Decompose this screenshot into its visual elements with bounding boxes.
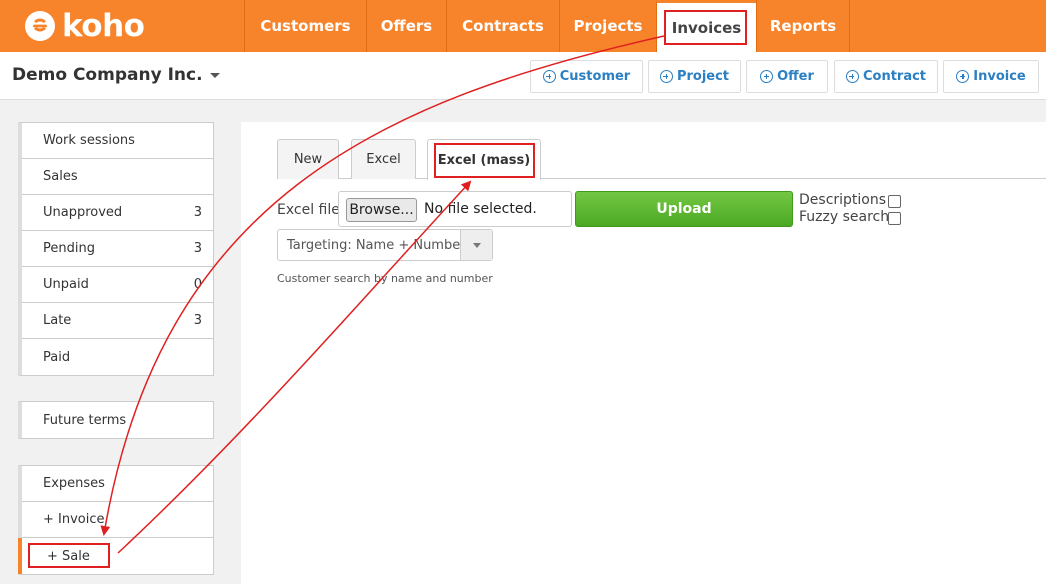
nav-offers[interactable]: Offers: [366, 0, 446, 52]
plus-circle-icon: [845, 70, 859, 83]
sidebar-item-count: 3: [193, 241, 202, 256]
browse-button[interactable]: Browse...: [346, 198, 417, 222]
sidebar-item-count: 3: [193, 205, 202, 220]
fuzzy-search-checkbox[interactable]: [888, 212, 901, 225]
add-project-button[interactable]: Project: [648, 60, 741, 93]
sidebar-item-label: Unapproved: [43, 205, 123, 220]
sidebar-item-label: + Invoice: [43, 512, 105, 527]
sidebar-item-label: Late: [43, 313, 72, 328]
fuzzy-search-label: Fuzzy search: [799, 209, 890, 225]
nav-contracts[interactable]: Contracts: [446, 0, 559, 52]
add-offer-button[interactable]: Offer: [746, 60, 828, 93]
nav-invoices[interactable]: Invoices: [656, 0, 756, 52]
sidebar-item-count: 0: [193, 277, 202, 292]
add-customer-label: Customer: [559, 69, 631, 84]
targeting-hint: Customer search by name and number: [277, 272, 493, 285]
top-navigation-bar: koho Customers Offers Contracts Projects…: [0, 0, 1046, 52]
file-status: No file selected.: [424, 201, 537, 217]
sidebar-item-sales[interactable]: Sales: [22, 159, 213, 195]
sidebar-item-label: Paid: [43, 349, 71, 365]
sidebar-item-count: 3: [193, 313, 202, 328]
sidebar-item-unpaid[interactable]: Unpaid 0: [22, 267, 213, 303]
add-contract-label: Contract: [862, 69, 927, 84]
sidebar-item-label: Future terms: [43, 412, 127, 428]
sidebar-action-group: Expenses + Invoice + Sale: [18, 465, 214, 575]
add-invoice-button[interactable]: Invoice: [943, 60, 1039, 93]
add-project-label: Project: [676, 69, 730, 84]
excel-file-label: Excel file: [277, 202, 340, 218]
dropdown-arrow-icon: [460, 230, 492, 260]
targeting-value: Targeting: Name + Number: [287, 238, 466, 253]
add-offer-label: Offer: [777, 69, 814, 84]
sidebar-item-label: + Sale: [47, 548, 90, 564]
sidebar-item-paid[interactable]: Paid: [22, 339, 213, 375]
company-selector[interactable]: Demo Company Inc.: [12, 65, 220, 85]
company-header: Demo Company Inc. Customer Project Offer…: [0, 52, 1046, 100]
sidebar-item-unapproved[interactable]: Unapproved 3: [22, 195, 213, 231]
nav-customers[interactable]: Customers: [244, 0, 366, 52]
tab-excel-mass[interactable]: Excel (mass): [427, 139, 541, 180]
plus-circle-icon: [659, 70, 673, 83]
sidebar-item-label: Unpaid: [43, 277, 89, 292]
sidebar-item-add-sale[interactable]: + Sale: [18, 538, 213, 574]
plus-circle-icon: [760, 70, 774, 83]
sidebar-item-work-sessions[interactable]: Work sessions: [22, 123, 213, 159]
koho-logo[interactable]: koho: [24, 8, 145, 44]
main-panel: New Excel Excel (mass) Excel file Browse…: [241, 122, 1046, 584]
sidebar-terms-group: Future terms: [18, 401, 214, 439]
sidebar-item-future-terms[interactable]: Future terms: [22, 402, 213, 438]
sidebar-item-late[interactable]: Late 3: [22, 303, 213, 339]
descriptions-checkbox[interactable]: [888, 195, 901, 208]
add-invoice-label: Invoice: [973, 69, 1026, 84]
sidebar-item-label: Pending: [43, 241, 95, 256]
upload-button[interactable]: Upload: [575, 191, 793, 227]
logo-text: koho: [62, 8, 145, 44]
caret-down-icon: [209, 72, 220, 78]
descriptions-label: Descriptions: [799, 192, 887, 208]
plus-circle-icon: [542, 70, 556, 83]
koho-logo-icon: [25, 11, 55, 41]
sidebar-item-add-invoice[interactable]: + Invoice: [22, 502, 213, 538]
add-contract-button[interactable]: Contract: [834, 60, 938, 93]
nav-projects[interactable]: Projects: [559, 0, 656, 52]
tab-new[interactable]: New: [277, 139, 339, 179]
sidebar-item-label: Expenses: [43, 476, 105, 491]
sidebar-item-expenses[interactable]: Expenses: [22, 466, 213, 502]
targeting-select[interactable]: Targeting: Name + Number: [277, 229, 493, 261]
nav-reports[interactable]: Reports: [756, 0, 849, 52]
excel-file-input[interactable]: Browse... No file selected.: [338, 191, 572, 227]
company-name: Demo Company Inc.: [12, 65, 203, 85]
sidebar-status-group: Work sessions Sales Unapproved 3 Pending 3…: [18, 122, 214, 376]
sidebar-item-pending[interactable]: Pending 3: [22, 231, 213, 267]
nav-divider: [849, 0, 850, 52]
sidebar-item-label: Sales: [43, 169, 78, 184]
tab-excel[interactable]: Excel: [351, 139, 416, 179]
add-customer-button[interactable]: Customer: [530, 60, 643, 93]
plus-circle-icon: [956, 70, 970, 83]
sidebar-item-label: Work sessions: [43, 133, 135, 148]
